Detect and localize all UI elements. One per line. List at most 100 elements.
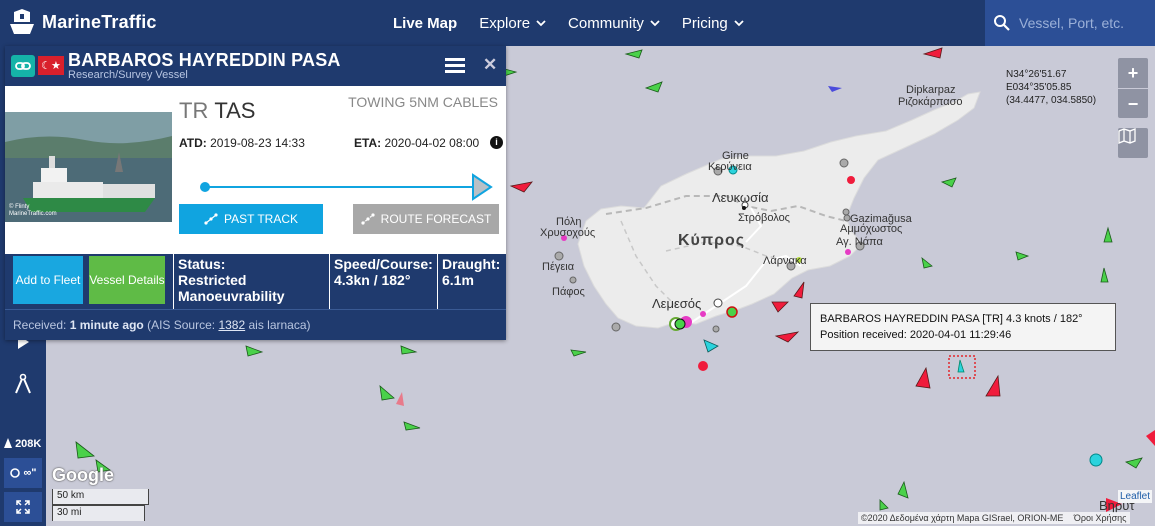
place-label: Dipkarpaz: [906, 84, 956, 96]
past-track-label: PAST TRACK: [223, 212, 299, 226]
draught-label: Draught:: [442, 256, 501, 272]
flag-callsign: TR TAS: [179, 98, 255, 124]
place-label: Αμμόχωστος: [840, 223, 903, 235]
leaflet-link[interactable]: Leaflet: [1118, 490, 1153, 503]
place-label: Λευκωσία: [712, 190, 769, 205]
scale-km: 50 km: [52, 489, 149, 505]
speed-course-cell: Speed/Course: 4.3kn / 182°: [329, 254, 437, 309]
route-forecast-label: ROUTE FORECAST: [380, 212, 492, 226]
ship-icon: [4, 438, 12, 448]
place-label: Κερύνεια: [708, 161, 752, 173]
expand-icon: [16, 500, 30, 514]
zoom-in-button[interactable]: +: [1118, 58, 1148, 88]
country-label: Κύπρος: [678, 232, 746, 249]
speed-value: 4.3kn / 182°: [334, 272, 411, 288]
search-box: [985, 0, 1155, 46]
destination: TOWING 5NM CABLES: [348, 94, 498, 110]
callsign: TAS: [214, 98, 256, 123]
attribution-text: ©2020 Δεδομένα χάρτη Mapa GISrael, ORION…: [861, 513, 1064, 523]
measure-tool-icon[interactable]: [0, 364, 46, 404]
place-label: Λεμεσός: [652, 296, 702, 311]
track-toggle-label: ∞": [23, 467, 37, 479]
coords-decimal: (34.4477, 034.5850): [1006, 95, 1097, 106]
vessel-panel-header: ☾★ BARBAROS HAYREDDIN PASA Research/Surv…: [5, 46, 506, 86]
photo-credit: © Flinty MarineTraffic.com: [9, 204, 57, 217]
ship-logo-icon: [10, 9, 34, 34]
zoom-control: + −: [1118, 58, 1148, 118]
add-to-fleet-button[interactable]: Add to Fleet: [13, 256, 83, 304]
forecast-icon: [361, 213, 375, 225]
logo-text: MarineTraffic: [42, 11, 157, 32]
route-forecast-button[interactable]: ROUTE FORECAST: [353, 204, 499, 234]
search-icon: [994, 15, 1010, 31]
received-ago: 1 minute ago: [69, 318, 144, 332]
place-label: Χρυσοχούς: [540, 227, 596, 239]
map-attribution: ©2020 Δεδομένα χάρτη Mapa GISrael, ORION…: [858, 512, 1130, 524]
link-icon[interactable]: [11, 55, 35, 77]
nav-community[interactable]: Community: [568, 15, 660, 32]
eta-row: ETA: 2020-04-02 08:00: [354, 136, 479, 150]
atd-row: ATD: 2019-08-23 14:33: [179, 136, 305, 150]
map-icon: [1118, 128, 1136, 144]
top-navbar: MarineTraffic Live Map Explore Community…: [0, 0, 1155, 46]
vessel-details-button[interactable]: Vessel Details: [89, 256, 165, 304]
vessel-type: Research/Survey Vessel: [68, 69, 188, 81]
info-icon[interactable]: i: [490, 136, 503, 149]
tooltip-vessel-line: BARBAROS HAYREDDIN PASA [TR] 4.3 knots /…: [820, 313, 1083, 325]
nav-live-map-label: Live Map: [393, 14, 458, 32]
draught-cell: Draught: 6.1m: [437, 254, 506, 309]
coords-lon: E034°35'05.85: [1006, 82, 1072, 93]
vessel-info-panel: ☾★ BARBAROS HAYREDDIN PASA Research/Surv…: [5, 46, 506, 340]
voyage-progress: [200, 173, 493, 201]
selected-vessel-marker[interactable]: [948, 355, 976, 379]
cursor-coordinates: N34°26'51.67 E034°35'05.85 (34.4477, 034…: [1006, 68, 1096, 107]
logo[interactable]: MarineTraffic: [8, 8, 157, 36]
vessel-count-text: 208K: [15, 438, 42, 450]
speed-label: Speed/Course:: [334, 256, 433, 272]
nav-live-map[interactable]: Live Map: [393, 15, 457, 32]
flag-code: TR: [179, 98, 209, 123]
place-label: Πέγεια: [542, 261, 575, 273]
nav-community-label: Community: [568, 14, 644, 32]
ais-source-link[interactable]: 1382: [218, 318, 245, 332]
nav-pricing-label: Pricing: [681, 14, 728, 32]
vessel-hover-tooltip: BARBAROS HAYREDDIN PASA [TR] 4.3 knots /…: [810, 303, 1116, 351]
turkey-flag-icon: ☾★: [38, 56, 64, 75]
place-label: Λάρνακα: [763, 255, 807, 267]
place-label: Πάφος: [552, 286, 585, 298]
ais-source-prefix: (AIS Source:: [147, 318, 216, 332]
chevron-down-icon: [536, 19, 546, 26]
track-icon: [204, 213, 218, 225]
ais-source-name: ais larnaca): [248, 318, 311, 332]
vessel-photo[interactable]: © Flinty MarineTraffic.com: [5, 112, 172, 222]
track-toggle-button[interactable]: ∞": [4, 458, 42, 488]
terms-link[interactable]: Όροι Χρήσης: [1074, 513, 1127, 523]
place-label: Ριζοκάρπασο: [898, 96, 963, 108]
received-info: Received: 1 minute ago (AIS Source: 1382…: [5, 309, 506, 340]
place-label: Στρόβολος: [738, 212, 790, 224]
coords-lat: N34°26'51.67: [1006, 69, 1067, 80]
close-icon[interactable]: ✕: [483, 55, 497, 75]
place-label: Αγ. Νάπα: [836, 236, 883, 248]
received-prefix: Received:: [13, 318, 67, 332]
zoom-out-button[interactable]: −: [1118, 89, 1148, 119]
main-nav: Live Map Explore Community Pricing: [393, 0, 744, 46]
chevron-down-icon: [734, 19, 744, 26]
status-cell: Status: Restricted Manoeuvrability: [173, 254, 329, 309]
status-label: Status:: [178, 256, 226, 272]
vessel-status-bar: Add to Fleet Vessel Details Status: Rest…: [5, 254, 506, 309]
past-track-button[interactable]: PAST TRACK: [179, 204, 323, 234]
scale-mi: 30 mi: [52, 505, 145, 521]
target-icon: [10, 468, 21, 478]
atd-value: 2019-08-23 14:33: [210, 136, 305, 150]
hamburger-menu-icon[interactable]: [445, 56, 465, 79]
fullscreen-button[interactable]: [4, 492, 42, 522]
map-layers-button[interactable]: [1118, 128, 1148, 158]
nav-explore-label: Explore: [479, 14, 531, 32]
nav-explore[interactable]: Explore: [479, 15, 546, 32]
nav-pricing[interactable]: Pricing: [682, 15, 744, 32]
vessel-count: 208K: [4, 438, 41, 450]
status-value: Restricted Manoeuvrability: [178, 272, 285, 304]
eta-value: 2020-04-02 08:00: [384, 136, 480, 150]
search-input[interactable]: [1019, 15, 1149, 31]
